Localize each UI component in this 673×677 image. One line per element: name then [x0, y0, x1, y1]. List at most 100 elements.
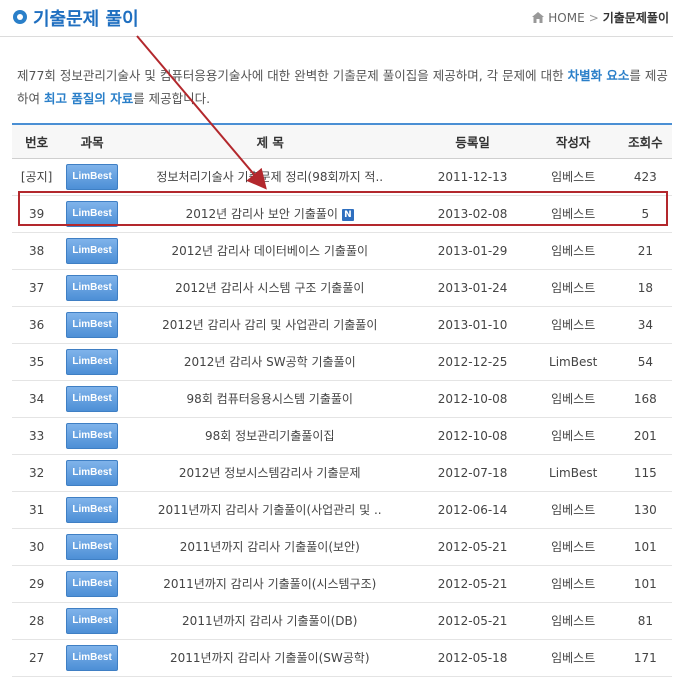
table-row[interactable]: 27 LimBest 2011년까지 감리사 기출풀이(SW공학) 2012-05-1… [12, 639, 672, 677]
row-number-cell: 29 [12, 565, 62, 603]
subject-badge: LimBest [66, 237, 119, 264]
row-number: 34 [28, 391, 45, 406]
row-title-link[interactable]: 2012년 감리사 감리 및 사업관리 기출풀이 [162, 318, 377, 332]
intro-highlight-1: 차별화 요소 [567, 68, 630, 83]
subject-badge: LimBest [66, 570, 119, 597]
row-date: 2012-06-14 [437, 502, 508, 517]
row-author: 임베스트 [551, 281, 596, 295]
row-date: 2012-12-25 [437, 354, 508, 369]
breadcrumb-separator: > [588, 10, 599, 25]
subject-cell-cell: LimBest [61, 269, 124, 307]
row-author-cell: 임베스트 [527, 158, 619, 196]
row-number-cell: 33 [12, 417, 62, 455]
row-number-cell: 38 [12, 232, 62, 270]
header-author: 작성자 [527, 123, 619, 159]
row-views: 81 [637, 613, 653, 628]
row-number: 28 [28, 613, 45, 628]
subject-badge: LimBest [66, 348, 119, 375]
table-row[interactable]: 37 LimBest 2012년 감리사 시스템 구조 기출풀이 2013-01-24… [12, 269, 672, 307]
row-author: 임베스트 [551, 392, 596, 406]
row-author-cell: 임베스트 [527, 380, 619, 418]
row-date-cell: 2012-05-21 [417, 602, 528, 640]
row-author-cell: LimBest [527, 343, 619, 381]
table-row[interactable]: 35 LimBest 2012년 감리사 SW공학 기출풀이 2012-12-25 Li… [12, 343, 672, 381]
row-author-cell: 임베스트 [527, 639, 619, 677]
row-title-link[interactable]: 2011년까지 감리사 기출풀이(사업관리 및 .. [158, 503, 382, 517]
table-row[interactable]: 31 LimBest 2011년까지 감리사 기출풀이(사업관리 및 .. 2012-… [12, 491, 672, 529]
row-author: 임베스트 [551, 318, 596, 332]
title-bullet-icon [13, 10, 27, 24]
breadcrumb-current: 기출문제풀이 [602, 11, 669, 25]
row-title-link[interactable]: 2012년 감리사 데이터베이스 기출풀이 [171, 244, 368, 258]
row-views-cell: 34 [618, 306, 672, 344]
table-row[interactable]: 32 LimBest 2012년 정보시스템감리사 기출문제 2012-07-18 Li… [12, 454, 672, 492]
row-title-link[interactable]: 2012년 감리사 SW공학 기출풀이 [184, 355, 356, 369]
subject-badge: LimBest [66, 496, 119, 523]
subject-badge: LimBest [66, 533, 119, 560]
row-title-link-cell: 2012년 정보시스템감리사 기출문제 [123, 454, 418, 492]
row-number: 38 [28, 243, 45, 258]
board-body: [공지] LimBest 정보처리기술사 기출문제 정리(98회까지 적.. 2011… [12, 158, 672, 677]
row-date: 2012-07-18 [437, 465, 508, 480]
row-views-cell: 54 [618, 343, 672, 381]
subject-cell-cell: LimBest [61, 306, 124, 344]
row-number: 32 [28, 465, 45, 480]
row-title-link[interactable]: 2011년까지 감리사 기출풀이(SW공학) [170, 651, 370, 665]
row-views-cell: 201 [618, 417, 672, 455]
table-row[interactable]: 33 LimBest 98회 정보관리기출풀이집 2012-10-08 임베스트 201 [12, 417, 672, 455]
row-author-cell: 임베스트 [527, 491, 619, 529]
row-views-cell: 171 [618, 639, 672, 677]
row-title-link[interactable]: 98회 컴퓨터응용시스템 기출풀이 [187, 392, 353, 406]
row-number-cell: 27 [12, 639, 62, 677]
table-header-row: 번호 과목 제 목 등록일 작성자 조회수 [12, 123, 672, 159]
row-date-cell: 2012-12-25 [417, 343, 528, 381]
row-number: 35 [28, 354, 45, 369]
row-title-link[interactable]: 2012년 정보시스템감리사 기출문제 [179, 466, 361, 480]
row-number: [공지] [20, 170, 53, 184]
table-row[interactable]: 38 LimBest 2012년 감리사 데이터베이스 기출풀이 2013-01-29… [12, 232, 672, 270]
row-author: LimBest [549, 465, 598, 480]
row-date-cell: 2012-10-08 [417, 417, 528, 455]
row-date: 2013-01-29 [437, 243, 508, 258]
page-header: 기출문제 풀이 HOME > 기출문제풀이 [0, 0, 673, 37]
subject-badge: LimBest [66, 163, 119, 190]
row-views-cell: 115 [618, 454, 672, 492]
row-author: 임베스트 [551, 577, 596, 591]
table-row[interactable]: 34 LimBest 98회 컴퓨터응용시스템 기출풀이 2012-10-08 임베스트… [12, 380, 672, 418]
row-author-cell: 임베스트 [527, 269, 619, 307]
row-views-cell: 168 [618, 380, 672, 418]
row-author-cell: LimBest [527, 454, 619, 492]
row-title-link[interactable]: 2012년 감리사 시스템 구조 기출풀이 [175, 281, 364, 295]
highlight-box [18, 191, 668, 226]
intro-highlight-2: 최고 품질의 자료 [43, 91, 134, 106]
row-date: 2012-05-21 [437, 613, 508, 628]
table-row[interactable]: 36 LimBest 2012년 감리사 감리 및 사업관리 기출풀이 2013-01… [12, 306, 672, 344]
header-no: 번호 [12, 123, 62, 159]
row-views: 101 [633, 539, 657, 554]
row-views-cell: 18 [618, 269, 672, 307]
subject-cell-cell: LimBest [61, 417, 124, 455]
row-date-cell: 2013-01-29 [417, 232, 528, 270]
header-views: 조회수 [618, 123, 672, 159]
row-author: 임베스트 [551, 429, 596, 443]
row-number-cell: 32 [12, 454, 62, 492]
row-title-link[interactable]: 2011년까지 감리사 기출풀이(보안) [180, 540, 360, 554]
row-date: 2012-05-18 [437, 650, 508, 665]
row-title-link[interactable]: 98회 정보관리기출풀이집 [205, 429, 335, 443]
row-title-link[interactable]: 2011년까지 감리사 기출풀이(시스템구조) [163, 577, 376, 591]
breadcrumb-home-link[interactable]: HOME [548, 11, 584, 25]
row-views: 54 [637, 354, 653, 369]
table-row[interactable]: 28 LimBest 2011년까지 감리사 기출풀이(DB) 2012-05-21 임… [12, 602, 672, 640]
subject-badge: LimBest [66, 607, 119, 634]
table-row[interactable]: [공지] LimBest 정보처리기술사 기출문제 정리(98회까지 적.. 2011… [12, 158, 672, 196]
row-title-link[interactable]: 2011년까지 감리사 기출풀이(DB) [182, 614, 357, 628]
row-number: 36 [28, 317, 45, 332]
subject-cell-cell: LimBest [61, 454, 124, 492]
row-title-link[interactable]: 정보처리기술사 기출문제 정리(98회까지 적.. [156, 170, 383, 184]
row-number: 30 [28, 539, 45, 554]
table-row[interactable]: 30 LimBest 2011년까지 감리사 기출풀이(보안) 2012-05-21 임… [12, 528, 672, 566]
subject-badge: LimBest [66, 422, 119, 449]
row-date-cell: 2011-12-13 [417, 158, 528, 196]
row-author: 임베스트 [551, 614, 596, 628]
table-row[interactable]: 29 LimBest 2011년까지 감리사 기출풀이(시스템구조) 2012-05-… [12, 565, 672, 603]
